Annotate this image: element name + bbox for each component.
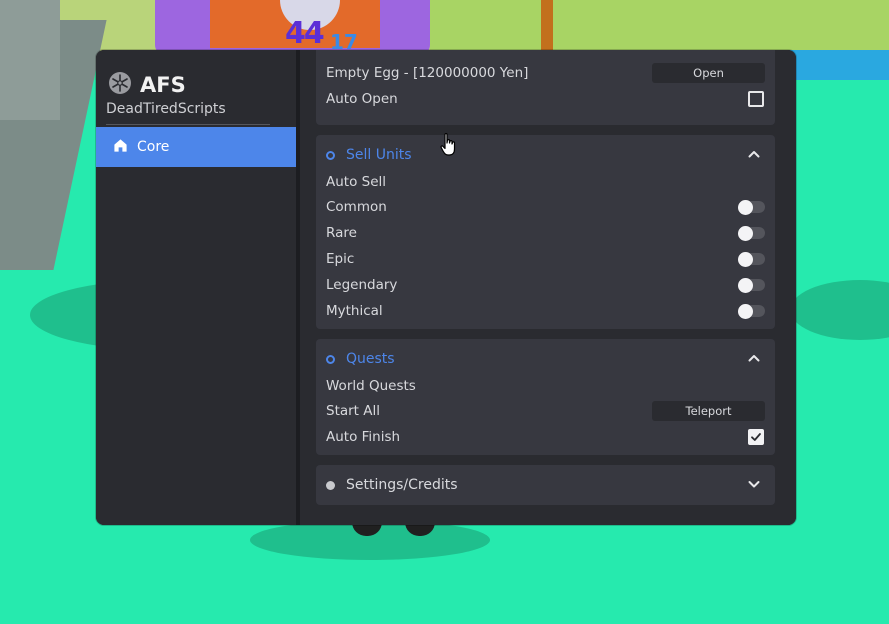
start-all-label: Start All	[326, 403, 381, 419]
mythical-row: Mythical	[326, 300, 765, 322]
legendary-toggle[interactable]	[738, 277, 765, 293]
legendary-label: Legendary	[326, 277, 398, 293]
rare-toggle[interactable]	[738, 225, 765, 241]
chevron-up-icon[interactable]	[747, 146, 761, 165]
sell-units-title: Sell Units	[346, 147, 412, 163]
divider	[106, 124, 270, 125]
app-subtitle: DeadTiredScripts	[106, 101, 226, 117]
section-dot-icon	[326, 480, 335, 490]
mythical-toggle[interactable]	[738, 303, 765, 319]
script-window: AFS DeadTiredScripts Core Empty Egg - [1…	[96, 50, 796, 525]
epic-label: Epic	[326, 251, 355, 267]
snowflake-icon	[108, 71, 132, 99]
auto-finish-row: Auto Finish	[326, 426, 765, 448]
open-button[interactable]: Open	[652, 63, 765, 83]
auto-finish-label: Auto Finish	[326, 429, 401, 445]
pole	[541, 0, 553, 55]
auto-sell-label: Auto Sell	[326, 174, 387, 190]
content-panel: Empty Egg - [120000000 Yen] Open Auto Op…	[300, 50, 796, 525]
rare-label: Rare	[326, 225, 357, 241]
common-toggle[interactable]	[738, 199, 765, 215]
rare-row: Rare	[326, 222, 765, 244]
quests-section: Quests World Quests Start All Teleport A…	[316, 339, 775, 455]
sell-units-header[interactable]: Sell Units	[326, 135, 761, 175]
quests-title: Quests	[346, 351, 395, 367]
app-title: AFS	[140, 73, 186, 97]
chevron-down-icon[interactable]	[747, 476, 761, 495]
world-quests-label: World Quests	[326, 378, 416, 394]
egg-label: Empty Egg - [120000000 Yen]	[326, 65, 529, 81]
rock-top	[0, 0, 60, 120]
egg-section: Empty Egg - [120000000 Yen] Open Auto Op…	[316, 50, 775, 125]
auto-open-row: Auto Open	[326, 88, 765, 110]
hand-cursor-icon	[440, 132, 458, 162]
sidebar-item-core[interactable]: Core	[96, 127, 296, 167]
check-icon	[751, 433, 761, 441]
sidebar: AFS DeadTiredScripts Core	[96, 50, 296, 525]
section-dot-icon	[326, 150, 335, 160]
character-level: 44	[285, 16, 325, 51]
settings-header[interactable]: Settings/Credits	[326, 465, 761, 505]
settings-title: Settings/Credits	[346, 477, 458, 493]
auto-sell-row: Auto Sell	[326, 171, 765, 193]
common-row: Common	[326, 196, 765, 218]
legendary-row: Legendary	[326, 274, 765, 296]
quests-header[interactable]: Quests	[326, 339, 761, 379]
epic-toggle[interactable]	[738, 251, 765, 267]
home-icon	[113, 138, 128, 157]
auto-open-checkbox[interactable]	[748, 91, 764, 107]
teleport-button[interactable]: Teleport	[652, 401, 765, 421]
settings-section: Settings/Credits	[316, 465, 775, 505]
egg-row: Empty Egg - [120000000 Yen] Open	[326, 62, 765, 84]
sell-units-section: Sell Units Auto Sell Common Rare Epic Le…	[316, 135, 775, 329]
mythical-label: Mythical	[326, 303, 383, 319]
world-quests-row: World Quests	[326, 375, 765, 397]
brand: AFS	[108, 72, 186, 98]
auto-finish-checkbox[interactable]	[748, 429, 764, 445]
common-label: Common	[326, 199, 387, 215]
epic-row: Epic	[326, 248, 765, 270]
start-all-row: Start All Teleport	[326, 400, 765, 422]
chevron-up-icon[interactable]	[747, 350, 761, 369]
section-dot-icon	[326, 354, 335, 364]
auto-open-label: Auto Open	[326, 91, 398, 107]
sidebar-item-label: Core	[137, 139, 170, 155]
